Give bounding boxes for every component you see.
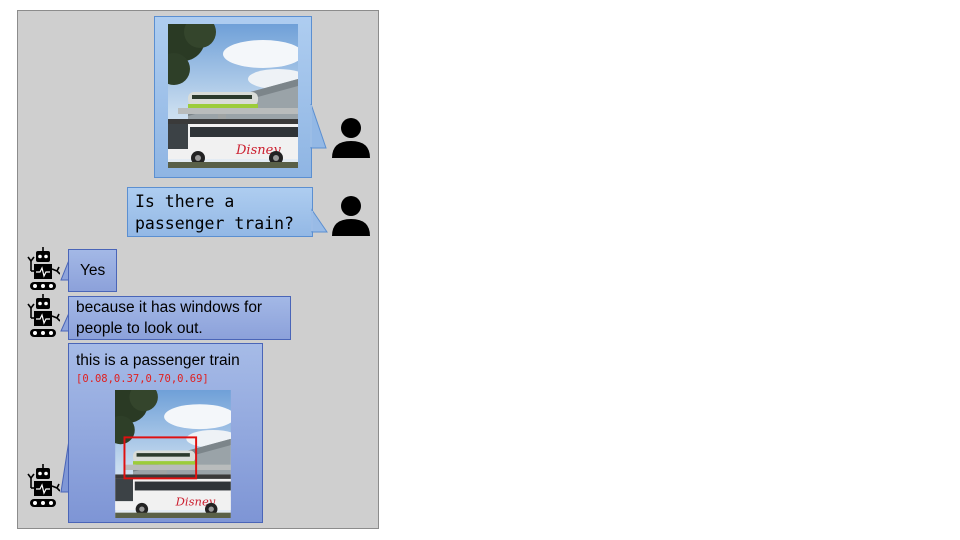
bot-answer-message: Yes	[68, 249, 117, 292]
user-question-text: Is there a passenger train?	[135, 192, 294, 233]
person-icon	[332, 118, 370, 158]
bot-reason-text: because it has windows for people to loo…	[76, 299, 263, 337]
bot-reason-message: because it has windows for people to loo…	[68, 296, 291, 340]
bot-grounding-text: this is a passenger train	[76, 352, 240, 369]
bot-answer-text: Yes	[80, 262, 106, 279]
user-question-message: Is there a passenger train?	[127, 187, 313, 237]
bot-grounding-message: this is a passenger train [0.08,0.37,0.7…	[68, 343, 263, 523]
user-question-bubble-tail	[311, 208, 328, 233]
robot-icon	[27, 294, 60, 337]
user-image-message: Disney	[154, 16, 312, 178]
grounding-photo: Disney	[115, 390, 231, 518]
bbox-coordinates-label: [0.08,0.37,0.70,0.69]	[76, 373, 209, 385]
person-icon	[332, 196, 370, 236]
user-photo: Disney	[168, 24, 298, 168]
user-image-bubble-tail	[310, 103, 327, 149]
robot-icon	[27, 464, 60, 507]
robot-icon	[27, 247, 60, 290]
